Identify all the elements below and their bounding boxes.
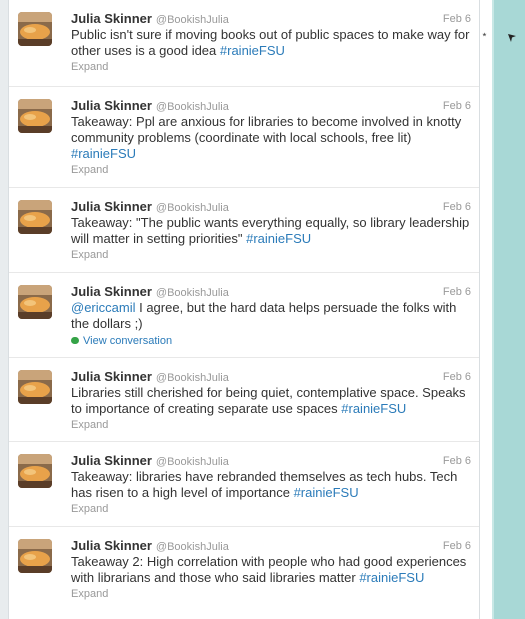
- tweet-text: Libraries still cherished for being quie…: [71, 385, 471, 417]
- avatar[interactable]: [18, 99, 52, 133]
- hashtag-link[interactable]: #rainieFSU: [294, 485, 359, 500]
- author-handle[interactable]: @BookishJulia: [156, 202, 229, 214]
- tweet-item[interactable]: Julia Skinner @BookishJulia Feb 6 Public …: [9, 0, 479, 87]
- tweet-text: Takeaway: Ppl are anxious for libraries …: [71, 114, 471, 162]
- author-name[interactable]: Julia Skinner: [71, 453, 152, 468]
- view-conversation-label: View conversation: [83, 335, 173, 347]
- expand-link[interactable]: Expand: [71, 587, 471, 601]
- tweet-text-body: Takeaway: libraries have rebranded thems…: [71, 469, 458, 500]
- avatar[interactable]: [18, 370, 52, 404]
- avatar[interactable]: [18, 454, 52, 488]
- avatar[interactable]: [18, 285, 52, 319]
- conversation-icon: [71, 337, 79, 344]
- cursor-arrow-icon: [507, 33, 517, 43]
- author-name[interactable]: Julia Skinner: [71, 538, 152, 553]
- expand-link[interactable]: Expand: [71, 163, 471, 177]
- tweet-timestamp[interactable]: Feb 6: [443, 11, 471, 27]
- tweet-text: Takeaway 2: High correlation with people…: [71, 554, 471, 586]
- tweet-item[interactable]: Julia Skinner @BookishJulia Feb 6 Takeawa…: [9, 527, 479, 619]
- mention-link[interactable]: @ericcamil: [71, 300, 135, 315]
- expand-link[interactable]: Expand: [71, 502, 471, 516]
- tweet-text: @ericcamil I agree, but the hard data he…: [71, 300, 471, 332]
- author-name[interactable]: Julia Skinner: [71, 11, 152, 26]
- hashtag-link[interactable]: #rainieFSU: [71, 146, 136, 161]
- avatar[interactable]: [18, 539, 52, 573]
- tweet-text: Public isn't sure if moving books out of…: [71, 27, 471, 59]
- author-handle[interactable]: @BookishJulia: [156, 372, 229, 384]
- author-handle[interactable]: @BookishJulia: [156, 14, 229, 26]
- author-handle[interactable]: @BookishJulia: [156, 456, 229, 468]
- tweet-timestamp[interactable]: Feb 6: [443, 199, 471, 215]
- tweet-feed: Julia Skinner @BookishJulia Feb 6 Public …: [8, 0, 480, 619]
- tweet-item[interactable]: Julia Skinner @BookishJulia Feb 6 Takeawa…: [9, 188, 479, 273]
- hashtag-link[interactable]: #rainieFSU: [341, 401, 406, 416]
- tweet-text-body: Libraries still cherished for being quie…: [71, 385, 466, 416]
- tweet-timestamp[interactable]: Feb 6: [443, 538, 471, 554]
- tweet-text: Takeaway: "The public wants everything e…: [71, 215, 471, 247]
- author-handle[interactable]: @BookishJulia: [156, 287, 229, 299]
- view-conversation-link[interactable]: View conversation: [71, 334, 471, 348]
- expand-link[interactable]: Expand: [71, 418, 471, 432]
- author-name[interactable]: Julia Skinner: [71, 369, 152, 384]
- author-name[interactable]: Julia Skinner: [71, 199, 152, 214]
- small-mark-icon: ⋆: [481, 29, 488, 41]
- tweet-timestamp[interactable]: Feb 6: [443, 98, 471, 114]
- hashtag-link[interactable]: #rainieFSU: [220, 43, 285, 58]
- expand-link[interactable]: Expand: [71, 248, 471, 262]
- author-name[interactable]: Julia Skinner: [71, 284, 152, 299]
- author-handle[interactable]: @BookishJulia: [156, 101, 229, 113]
- expand-link[interactable]: Expand: [71, 60, 471, 74]
- teal-sidebar: [494, 0, 525, 619]
- tweet-item[interactable]: Julia Skinner @BookishJulia Feb 6 @ericca…: [9, 273, 479, 358]
- tweet-timestamp[interactable]: Feb 6: [443, 369, 471, 385]
- hashtag-link[interactable]: #rainieFSU: [246, 231, 311, 246]
- tweet-text-body: Takeaway: Ppl are anxious for libraries …: [71, 114, 462, 145]
- tweet-item[interactable]: Julia Skinner @BookishJulia Feb 6 Librari…: [9, 358, 479, 442]
- tweet-item[interactable]: Julia Skinner @BookishJulia Feb 6 Takeawa…: [9, 87, 479, 188]
- tweet-text: Takeaway: libraries have rebranded thems…: [71, 469, 471, 501]
- tweet-timestamp[interactable]: Feb 6: [443, 453, 471, 469]
- author-name[interactable]: Julia Skinner: [71, 98, 152, 113]
- avatar[interactable]: [18, 12, 52, 46]
- author-handle[interactable]: @BookishJulia: [156, 541, 229, 553]
- tweet-item[interactable]: Julia Skinner @BookishJulia Feb 6 Takeawa…: [9, 442, 479, 527]
- tweet-timestamp[interactable]: Feb 6: [443, 284, 471, 300]
- hashtag-link[interactable]: #rainieFSU: [359, 570, 424, 585]
- avatar[interactable]: [18, 200, 52, 234]
